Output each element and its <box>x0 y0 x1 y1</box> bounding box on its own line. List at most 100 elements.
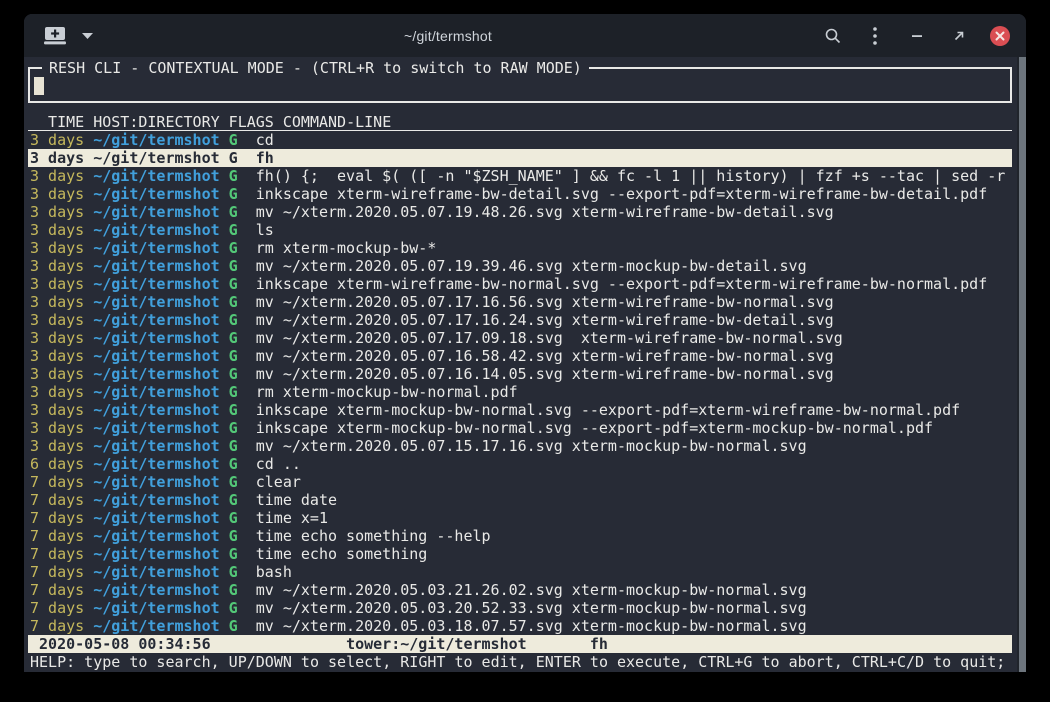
row-command: mv ~/xterm.2020.05.07.17.16.56.svg xterm… <box>256 293 834 311</box>
row-flags: G <box>229 203 256 221</box>
row-host-directory: ~/git/termshot <box>93 383 228 401</box>
history-row[interactable]: 7 days~/git/termshotGmv ~/xterm.2020.05.… <box>28 617 1012 635</box>
row-time: 7 days <box>30 581 93 599</box>
history-row[interactable]: 3 days~/git/termshotGcd <box>28 131 1012 149</box>
row-host-directory: ~/git/termshot <box>93 509 228 527</box>
history-row[interactable]: 3 days~/git/termshotGinkscape xterm-wire… <box>28 275 1012 293</box>
row-command: rm xterm-mockup-bw-normal.pdf <box>256 383 518 401</box>
history-row[interactable]: 7 days~/git/termshotGtime x=1 <box>28 509 1012 527</box>
history-row[interactable]: 3 days~/git/termshotGmv ~/xterm.2020.05.… <box>28 329 1012 347</box>
history-row[interactable]: 3 days~/git/termshotGinkscape xterm-mock… <box>28 401 1012 419</box>
row-host-directory: ~/git/termshot <box>93 293 228 311</box>
resh-mode-title: RESH CLI - CONTEXTUAL MODE - (CTRL+R to … <box>42 59 589 77</box>
row-command: mv ~/xterm.2020.05.07.19.48.26.svg xterm… <box>256 203 834 221</box>
history-row[interactable]: 7 days~/git/termshotGtime echo something <box>28 545 1012 563</box>
history-row[interactable]: 3 days~/git/termshotGfh() {; eval $( ([ … <box>28 167 1012 185</box>
row-command: rm xterm-mockup-bw-* <box>256 239 437 257</box>
row-command: bash <box>256 563 292 581</box>
history-row[interactable]: 3 days~/git/termshotGls <box>28 221 1012 239</box>
row-time: 3 days <box>30 293 93 311</box>
row-host-directory: ~/git/termshot <box>93 275 228 293</box>
history-row[interactable]: 7 days~/git/termshotGtime date <box>28 491 1012 509</box>
row-command: fh <box>256 149 274 167</box>
row-flags: G <box>229 455 256 473</box>
row-host-directory: ~/git/termshot <box>93 581 228 599</box>
row-time: 3 days <box>30 365 93 383</box>
row-flags: G <box>229 491 256 509</box>
row-time: 3 days <box>30 383 93 401</box>
row-command: mv ~/xterm.2020.05.07.15.17.16.svg xterm… <box>256 437 807 455</box>
history-row[interactable]: 3 days~/git/termshotGmv ~/xterm.2020.05.… <box>28 437 1012 455</box>
search-icon <box>824 27 842 45</box>
restore-button[interactable] <box>948 25 970 47</box>
row-command: inkscape xterm-wireframe-bw-normal.svg -… <box>256 275 988 293</box>
text-cursor <box>34 77 44 95</box>
row-flags: G <box>229 329 256 347</box>
history-row[interactable]: 3 days~/git/termshotGrm xterm-mockup-bw-… <box>28 383 1012 401</box>
history-row[interactable]: 3 days~/git/termshotGmv ~/xterm.2020.05.… <box>28 347 1012 365</box>
history-row[interactable]: 3 days~/git/termshotGfh <box>28 149 1012 167</box>
row-host-directory: ~/git/termshot <box>93 527 228 545</box>
row-host-directory: ~/git/termshot <box>93 257 228 275</box>
row-time: 3 days <box>30 437 93 455</box>
row-time: 7 days <box>30 491 93 509</box>
history-row[interactable]: 6 days~/git/termshotGcd .. <box>28 455 1012 473</box>
row-host-directory: ~/git/termshot <box>93 311 228 329</box>
minimize-button[interactable] <box>906 25 928 47</box>
row-flags: G <box>229 437 256 455</box>
row-command: cd <box>256 131 274 149</box>
close-button[interactable] <box>990 26 1010 46</box>
row-flags: G <box>229 311 256 329</box>
history-row[interactable]: 3 days~/git/termshotGmv ~/xterm.2020.05.… <box>28 203 1012 221</box>
menu-button[interactable] <box>864 25 886 47</box>
row-host-directory: ~/git/termshot <box>93 473 228 491</box>
row-time: 3 days <box>30 257 93 275</box>
row-time: 3 days <box>30 221 93 239</box>
history-row[interactable]: 7 days~/git/termshotGmv ~/xterm.2020.05.… <box>28 599 1012 617</box>
row-time: 6 days <box>30 455 93 473</box>
row-flags: G <box>229 581 256 599</box>
row-time: 7 days <box>30 563 93 581</box>
scrollbar[interactable] <box>1017 57 1026 672</box>
row-time: 3 days <box>30 131 93 149</box>
status-timestamp: 2020-05-08 00:34:56 <box>39 635 211 653</box>
search-box[interactable]: RESH CLI - CONTEXTUAL MODE - (CTRL+R to … <box>28 67 1012 103</box>
row-command: mv ~/xterm.2020.05.07.16.14.05.svg xterm… <box>256 365 834 383</box>
history-row[interactable]: 3 days~/git/termshotGrm xterm-mockup-bw-… <box>28 239 1012 257</box>
row-command: cd .. <box>256 455 301 473</box>
history-row[interactable]: 3 days~/git/termshotGinkscape xterm-mock… <box>28 419 1012 437</box>
row-host-directory: ~/git/termshot <box>93 491 228 509</box>
titlebar-left-controls <box>24 25 94 47</box>
status-bar: 2020-05-08 00:34:56tower:~/git/termshotf… <box>28 635 1012 653</box>
history-row[interactable]: 3 days~/git/termshotGinkscape xterm-wire… <box>28 185 1012 203</box>
row-host-directory: ~/git/termshot <box>93 347 228 365</box>
screen-background: ~/git/termshot <box>0 0 1050 702</box>
row-flags: G <box>229 617 256 635</box>
history-row[interactable]: 7 days~/git/termshotGclear <box>28 473 1012 491</box>
history-row[interactable]: 3 days~/git/termshotGmv ~/xterm.2020.05.… <box>28 311 1012 329</box>
search-button[interactable] <box>822 25 844 47</box>
row-flags: G <box>229 365 256 383</box>
row-host-directory: ~/git/termshot <box>93 329 228 347</box>
row-host-directory: ~/git/termshot <box>93 167 228 185</box>
row-time: 3 days <box>30 149 93 167</box>
row-time: 3 days <box>30 311 93 329</box>
history-row[interactable]: 7 days~/git/termshotGbash <box>28 563 1012 581</box>
row-flags: G <box>229 383 256 401</box>
row-flags: G <box>229 545 256 563</box>
history-row[interactable]: 3 days~/git/termshotGmv ~/xterm.2020.05.… <box>28 365 1012 383</box>
history-row[interactable]: 7 days~/git/termshotGmv ~/xterm.2020.05.… <box>28 581 1012 599</box>
row-command: mv ~/xterm.2020.05.07.16.58.42.svg xterm… <box>256 347 834 365</box>
history-row[interactable]: 3 days~/git/termshotGmv ~/xterm.2020.05.… <box>28 257 1012 275</box>
row-flags: G <box>229 293 256 311</box>
row-command: ls <box>256 221 274 239</box>
tab-dropdown-button[interactable] <box>80 25 94 47</box>
history-row[interactable]: 3 days~/git/termshotGmv ~/xterm.2020.05.… <box>28 293 1012 311</box>
row-command: mv ~/xterm.2020.05.07.17.09.18.svg xterm… <box>256 329 843 347</box>
history-row[interactable]: 7 days~/git/termshotGtime echo something… <box>28 527 1012 545</box>
row-flags: G <box>229 149 256 167</box>
new-tab-button[interactable] <box>44 25 66 47</box>
row-command: mv ~/xterm.2020.05.03.21.26.02.svg xterm… <box>256 581 807 599</box>
row-command: inkscape xterm-mockup-bw-normal.svg --ex… <box>256 401 960 419</box>
row-time: 7 days <box>30 473 93 491</box>
